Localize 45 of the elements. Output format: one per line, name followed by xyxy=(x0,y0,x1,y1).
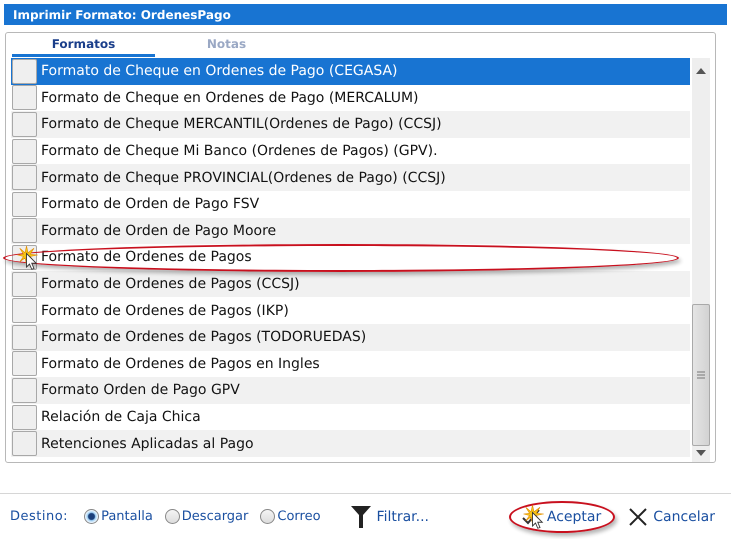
format-row[interactable]: Formato de Ordenes de Pagos (CCSJ) xyxy=(11,270,690,298)
scrollbar[interactable] xyxy=(692,58,710,462)
destination-label: Destino: xyxy=(10,509,68,524)
format-name: Formato de Cheque PROVINCIAL(Ordenes de Pago) (CCSJ) xyxy=(41,170,446,186)
format-row[interactable]: Relación de Caja Chica xyxy=(11,404,690,430)
format-row[interactable]: Formato de Ordenes de Pagos (TODORUEDAS) xyxy=(11,324,690,351)
destination-radio[interactable]: Descargar xyxy=(164,509,248,524)
scroll-down-icon[interactable] xyxy=(696,450,706,456)
format-name: Formato de Cheque en Ordenes de Pago (MERCALUM) xyxy=(41,90,418,106)
format-name: Retenciones Aplicadas al Pago xyxy=(41,436,254,452)
format-row[interactable]: Formato de Cheque PROVINCIAL(Ordenes de Pago) (CCSJ) xyxy=(11,164,690,191)
close-icon xyxy=(629,508,648,526)
filter-button[interactable]: Filtrar... xyxy=(344,502,436,532)
format-row[interactable]: Formato de Cheque en Ordenes de Pago (CEGASA) xyxy=(11,58,690,85)
check-icon xyxy=(520,508,541,526)
format-name: Formato de Ordenes de Pagos (IKP) xyxy=(41,302,289,319)
format-row[interactable]: Formato de Ordenes de Pagos en Ingles xyxy=(11,350,690,378)
format-row[interactable]: Formato Orden de Pago GPV xyxy=(11,377,690,404)
grip-icon xyxy=(697,371,705,379)
format-name: Formato de Cheque MERCANTIL(Ordenes de Pago) (CCSJ) xyxy=(41,116,442,132)
format-name: Relación de Caja Chica xyxy=(41,409,201,426)
format-name: Formato Orden de Pago GPV xyxy=(41,382,240,398)
format-row[interactable]: Formato de Cheque Mi Banco (Ordenes de Pagos) (GPV). xyxy=(11,138,690,164)
format-name: Formato de Orden de Pago FSV xyxy=(41,196,260,212)
scroll-up-icon[interactable] xyxy=(696,68,706,74)
format-row[interactable]: Retenciones Aplicadas al Pago xyxy=(11,430,690,457)
destination-radio[interactable]: Correo xyxy=(260,509,321,524)
accept-button[interactable]: Aceptar xyxy=(508,500,616,532)
format-name: Formato de Cheque en Ordenes de Pago (CEGASA) xyxy=(41,63,398,80)
format-row[interactable]: Formato de Cheque en Ordenes de Pago (MERCALUM) xyxy=(11,84,690,112)
format-name: Formato de Cheque Mi Banco (Ordenes de Pagos) (GPV). xyxy=(41,143,438,160)
format-row[interactable]: Formato de Orden de Pago Moore xyxy=(11,218,690,244)
format-name: Formato de Ordenes de Pagos (TODORUEDAS) xyxy=(41,329,366,346)
window-title: Imprimir Formato: OrdenesPago xyxy=(4,4,727,25)
cursor-sparkle-icon xyxy=(17,246,39,270)
destination-radio[interactable]: Pantalla xyxy=(84,509,153,524)
funnel-icon xyxy=(350,506,371,528)
format-name: Formato de Ordenes de Pagos (CCSJ) xyxy=(41,276,300,292)
format-row[interactable]: Formato de Cheque MERCANTIL(Ordenes de Pago) (CCSJ) xyxy=(11,111,690,138)
scroll-thumb[interactable] xyxy=(692,304,710,446)
format-name: Formato de Orden de Pago Moore xyxy=(41,222,276,239)
cursor-sparkle-icon xyxy=(522,504,545,528)
cancel-button[interactable]: Cancelar xyxy=(623,504,721,530)
format-name: Formato de Ordenes de Pagos xyxy=(41,249,252,266)
format-name: Formato de Ordenes de Pagos en Ingles xyxy=(41,356,320,372)
